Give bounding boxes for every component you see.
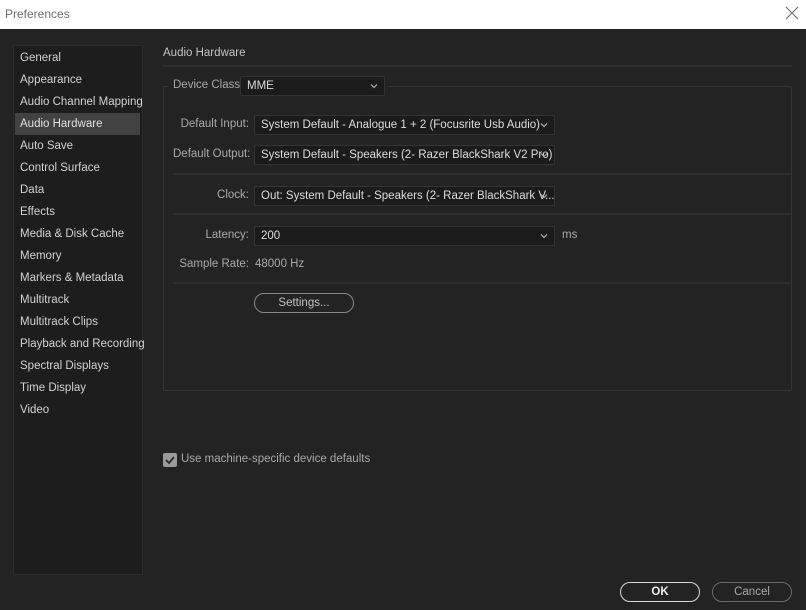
cancel-button[interactable]: Cancel (712, 582, 792, 602)
sidebar-item-control-surface[interactable]: Control Surface (15, 157, 140, 179)
device-class-select[interactable]: MME (240, 76, 385, 96)
chevron-down-icon (539, 116, 549, 134)
sidebar-item-spectral-displays[interactable]: Spectral Displays (15, 355, 140, 377)
default-output-label: Default Output: (173, 148, 251, 160)
section-title: Audio Hardware (163, 47, 246, 59)
machine-defaults-checkbox[interactable] (163, 453, 177, 467)
default-input-label: Default Input: (180, 118, 249, 130)
sidebar-item-auto-save[interactable]: Auto Save (15, 135, 140, 157)
latency-unit: ms (562, 229, 578, 241)
chevron-down-icon (539, 146, 549, 164)
default-output-select[interactable]: System Default - Speakers (2- Razer Blac… (254, 145, 555, 165)
sidebar-item-playback-recording[interactable]: Playback and Recording (15, 333, 145, 355)
divider (173, 213, 791, 215)
sidebar-item-audio-hardware[interactable]: Audio Hardware (15, 113, 140, 135)
device-class-value: MME (247, 80, 274, 92)
machine-defaults-label[interactable]: Use machine-specific device defaults (181, 453, 370, 465)
divider (173, 282, 791, 284)
sidebar-item-multitrack[interactable]: Multitrack (15, 289, 140, 311)
sidebar-item-video[interactable]: Video (15, 399, 140, 421)
preferences-sidebar: General Appearance Audio Channel Mapping… (13, 45, 145, 575)
ok-button[interactable]: OK (620, 582, 700, 602)
latency-select[interactable]: 200 (254, 226, 555, 246)
close-icon[interactable] (784, 5, 800, 21)
default-input-select[interactable]: System Default - Analogue 1 + 2 (Focusri… (254, 115, 555, 135)
window-title: Preferences (5, 7, 70, 21)
sidebar-item-audio-channel-mapping[interactable]: Audio Channel Mapping (15, 91, 143, 113)
latency-label: Latency: (205, 229, 249, 241)
checkmark-icon (165, 456, 175, 465)
chevron-down-icon (369, 77, 379, 95)
section-divider (163, 65, 792, 67)
sidebar-item-appearance[interactable]: Appearance (15, 69, 140, 91)
divider (173, 173, 791, 175)
default-input-value: System Default - Analogue 1 + 2 (Focusri… (261, 119, 541, 131)
sidebar-item-effects[interactable]: Effects (15, 201, 140, 223)
clock-label: Clock: (217, 189, 249, 201)
sidebar-item-general[interactable]: General (15, 47, 140, 69)
chevron-down-icon (539, 187, 549, 205)
device-class-label: Device Class: (173, 79, 244, 91)
title-bar: Preferences (0, 0, 806, 29)
clock-value: Out: System Default - Speakers (2- Razer… (261, 190, 555, 202)
sample-rate-value: 48000 Hz (255, 258, 305, 270)
sidebar-item-memory[interactable]: Memory (15, 245, 140, 267)
sidebar-item-time-display[interactable]: Time Display (15, 377, 140, 399)
settings-button[interactable]: Settings... (254, 293, 354, 313)
default-output-value: System Default - Speakers (2- Razer Blac… (261, 149, 553, 161)
sidebar-item-media-disk-cache[interactable]: Media & Disk Cache (15, 223, 140, 245)
sidebar-item-markers-metadata[interactable]: Markers & Metadata (15, 267, 140, 289)
sidebar-item-data[interactable]: Data (15, 179, 140, 201)
sidebar-item-multitrack-clips[interactable]: Multitrack Clips (15, 311, 140, 333)
chevron-down-icon (539, 227, 549, 245)
clock-select[interactable]: Out: System Default - Speakers (2- Razer… (254, 186, 555, 206)
sample-rate-label: Sample Rate: (179, 258, 249, 270)
latency-value: 200 (261, 230, 281, 242)
